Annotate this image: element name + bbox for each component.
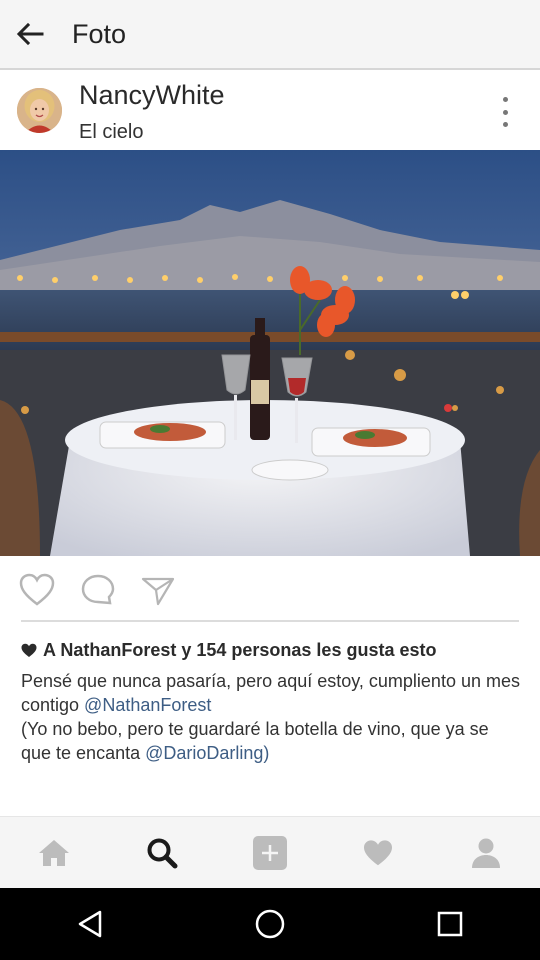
recents-square-icon (437, 911, 463, 937)
likes-text: A NathanForest y 154 personas les gusta … (43, 640, 437, 660)
system-back-button[interactable] (60, 894, 120, 954)
nav-add-post[interactable] (216, 817, 324, 888)
back-button[interactable] (0, 0, 60, 69)
more-vertical-icon (502, 97, 508, 102)
system-navigation-bar (0, 888, 540, 960)
divider (21, 620, 519, 622)
home-circle-icon (255, 909, 285, 939)
nav-home[interactable] (0, 817, 108, 888)
app-bar: Foto (0, 0, 540, 70)
activity-heart-icon (364, 839, 392, 865)
post-header: NancyWhite El cielo (0, 72, 540, 150)
system-recents-button[interactable] (420, 894, 480, 954)
send-icon (141, 577, 175, 606)
profile-icon (472, 838, 500, 868)
search-icon (147, 838, 178, 868)
bottom-navigation (0, 816, 540, 888)
caption-closing-paren: ) (263, 743, 270, 763)
mention-dariodarling[interactable]: @DarioDarling (145, 743, 263, 763)
like-button[interactable] (19, 573, 55, 607)
nav-profile[interactable] (432, 817, 540, 888)
more-options-button[interactable] (490, 94, 520, 130)
nav-search[interactable] (108, 817, 216, 888)
post-caption: Pensé que nunca pasaría, pero aquí estoy… (21, 669, 521, 765)
nav-activity[interactable] (324, 817, 432, 888)
share-button[interactable] (140, 573, 176, 607)
comment-button[interactable] (80, 573, 116, 607)
arrow-back-icon (16, 22, 44, 46)
post-username[interactable]: NancyWhite (79, 80, 225, 111)
avatar[interactable] (17, 88, 62, 133)
instagram-photo-screen: Foto NancyWhite El cielo A NathanForest … (0, 0, 540, 960)
mention-nathanforest[interactable]: @NathanForest (84, 695, 211, 715)
post-photo[interactable] (0, 150, 540, 556)
back-triangle-icon (78, 910, 102, 938)
comment-bubble-icon (81, 574, 115, 605)
post-location[interactable]: El cielo (79, 121, 143, 144)
add-post-icon (253, 835, 287, 870)
post-actions (0, 565, 540, 615)
heart-filled-icon (21, 643, 37, 657)
page-title: Foto (72, 18, 127, 49)
system-home-button[interactable] (240, 894, 300, 954)
heart-outline-icon (19, 573, 55, 606)
home-icon (39, 839, 69, 866)
likes-summary[interactable]: A NathanForest y 154 personas les gusta … (21, 640, 521, 661)
